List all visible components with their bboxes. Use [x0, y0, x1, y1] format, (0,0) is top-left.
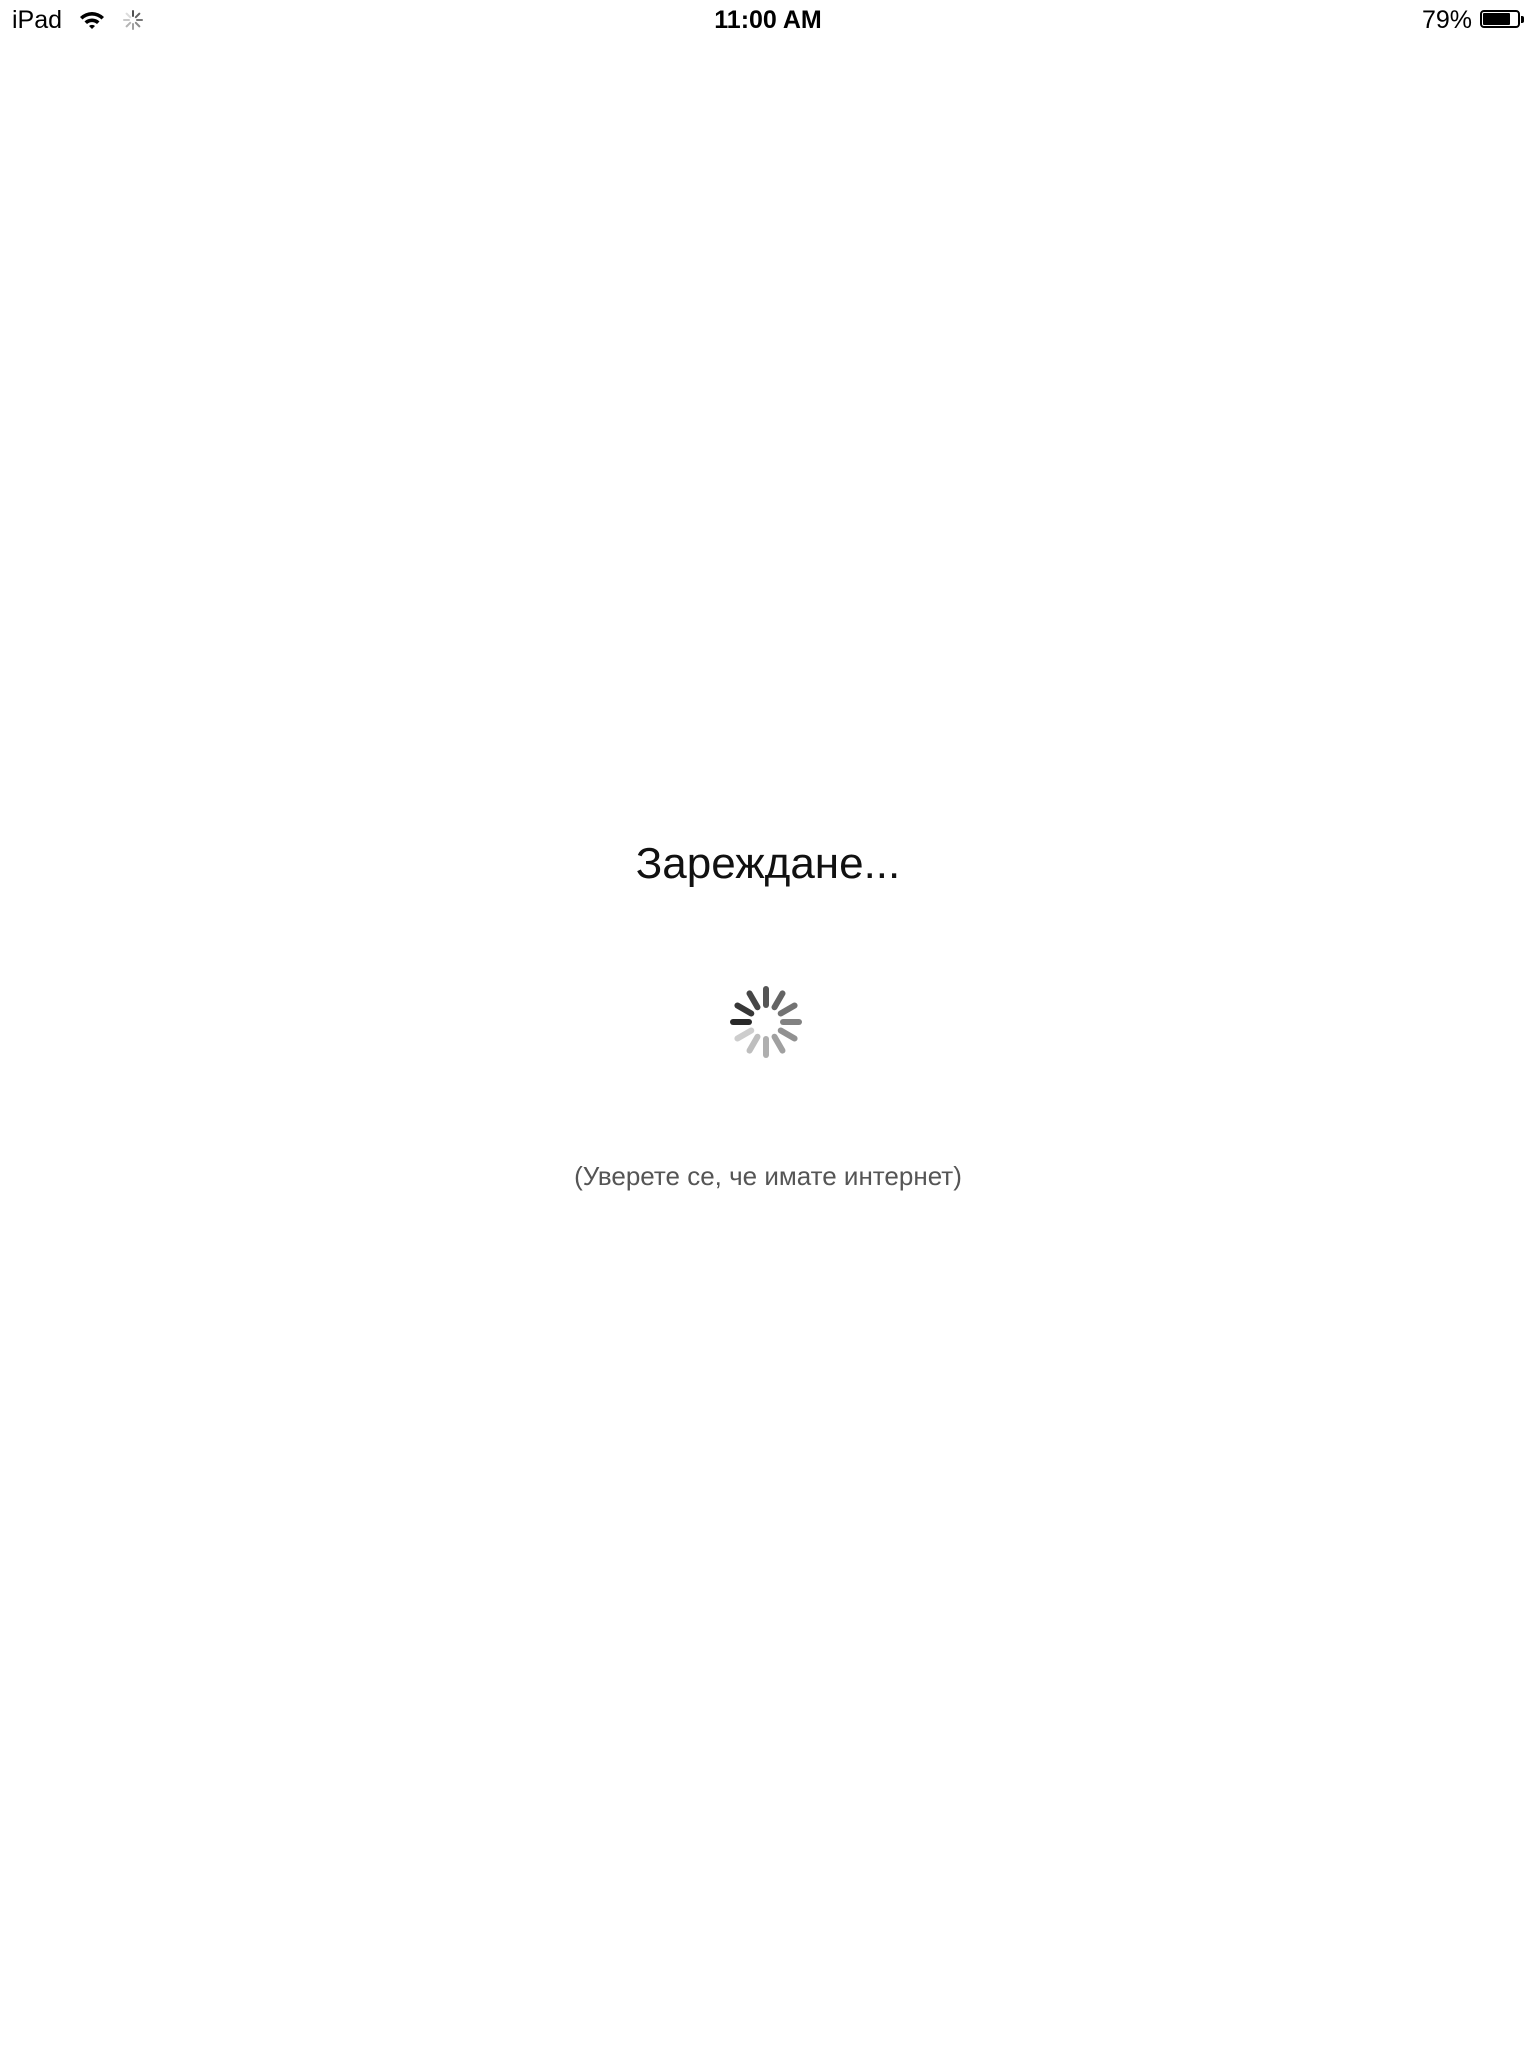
spinner-segment	[763, 986, 769, 1008]
spinner-segment	[730, 1019, 752, 1025]
internet-hint-text: (Уверете се, че имате интернет)	[574, 1161, 962, 1191]
battery-icon	[1480, 10, 1524, 30]
status-bar-right: 79%	[1422, 6, 1524, 34]
spinner-segment	[780, 1019, 802, 1025]
spinner-segment	[763, 1036, 769, 1058]
loading-title: Зареждане...	[635, 839, 901, 888]
status-time: 11:00 AM	[714, 6, 822, 34]
battery-percent: 79%	[1421, 6, 1472, 34]
loading-spinner-icon	[730, 986, 802, 1058]
loading-screen: iPad 11:00 AM 79% Зареждане... (Уверете …	[0, 0, 1536, 2048]
status-bar: iPad 11:00 AM 79%	[0, 0, 1536, 40]
